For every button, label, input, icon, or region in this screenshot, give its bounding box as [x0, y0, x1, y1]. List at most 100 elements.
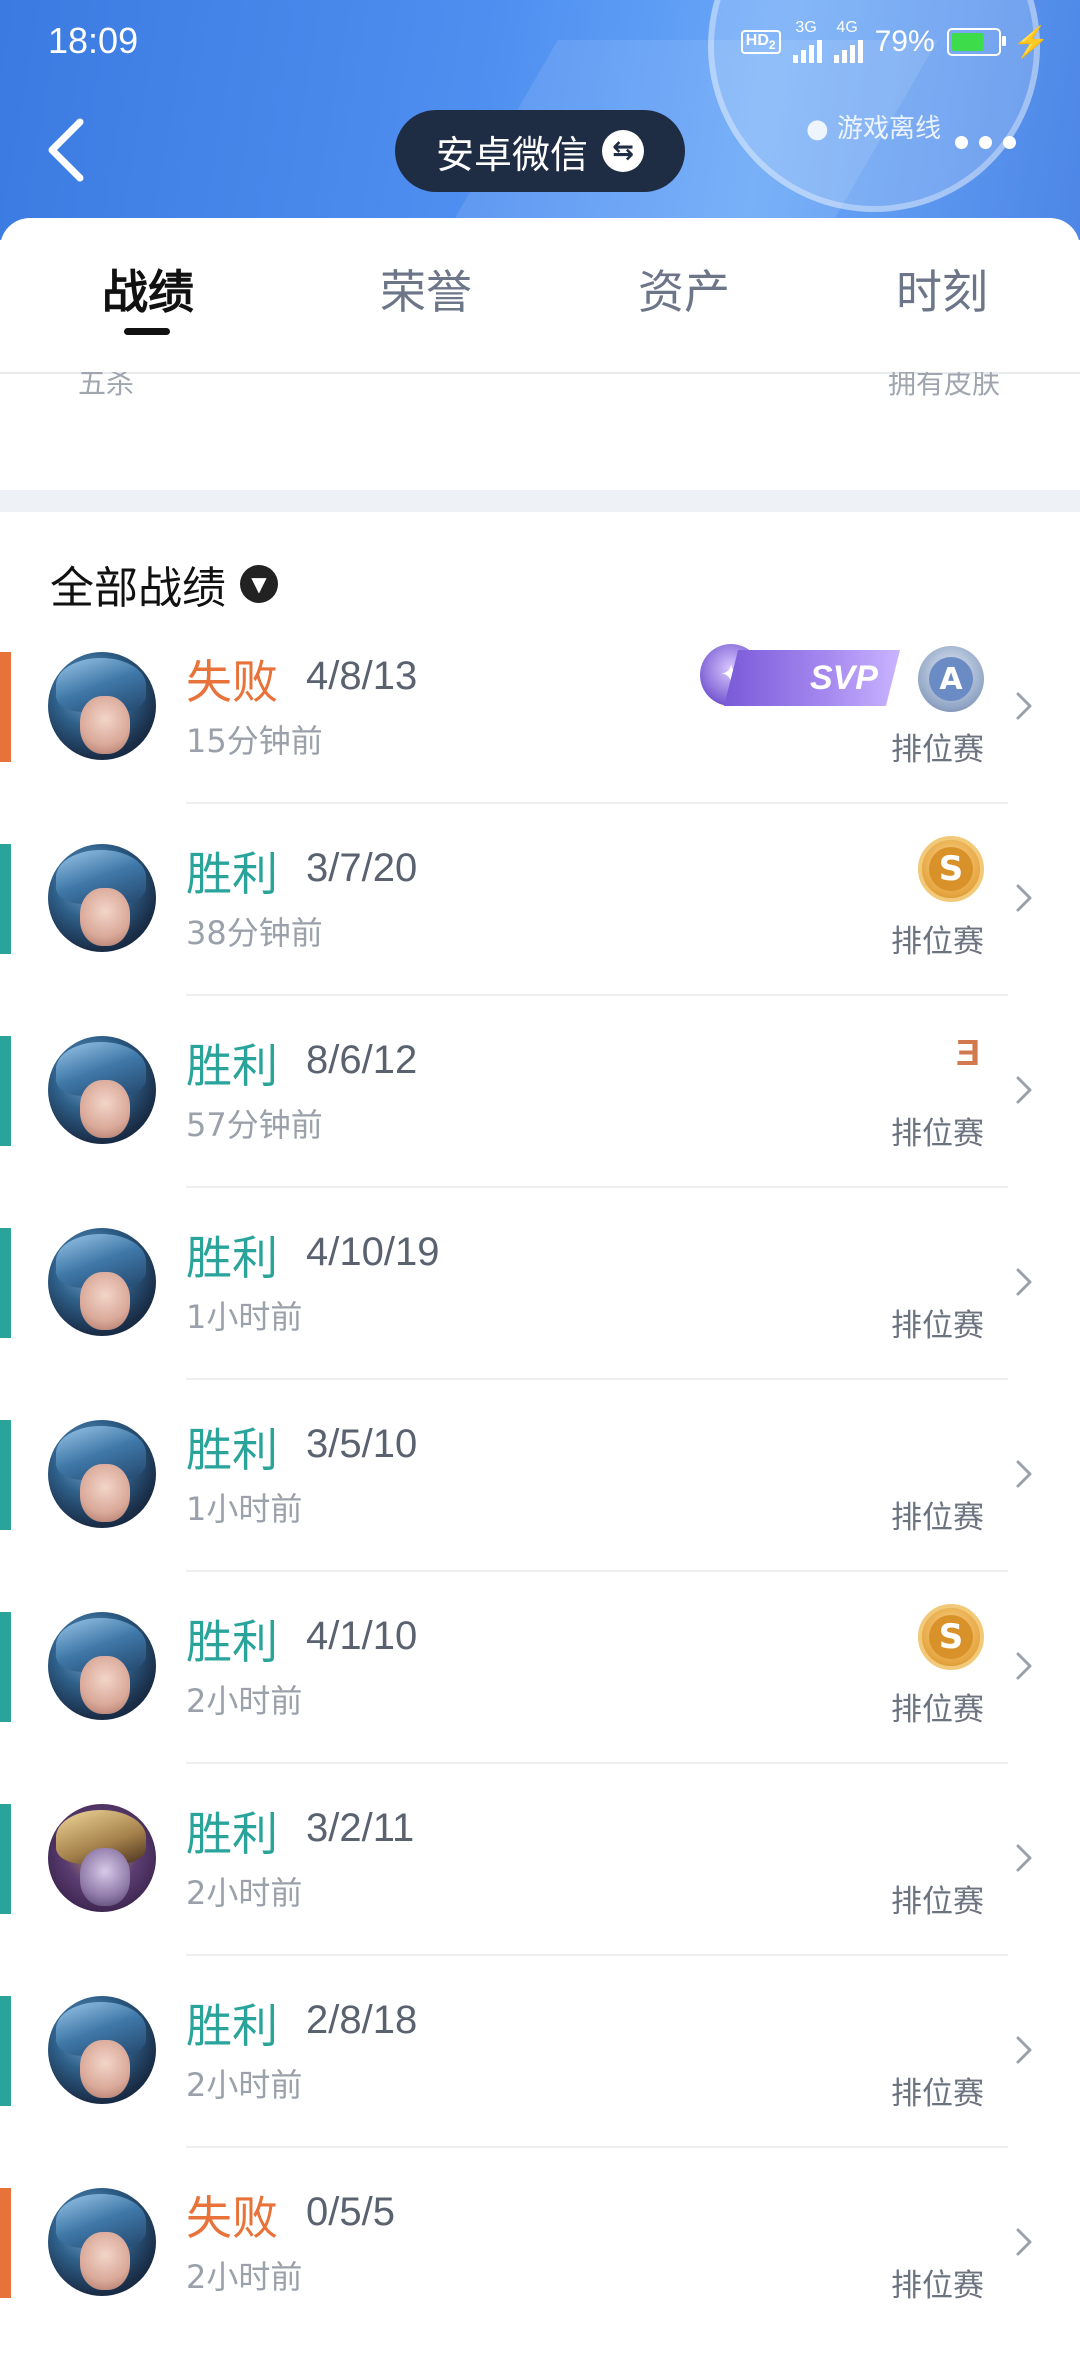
- tab-assets[interactable]: 资产: [594, 256, 774, 322]
- match-mode: 排位赛: [891, 1884, 984, 1920]
- hero-avatar: [48, 1996, 156, 2104]
- chevron-right-icon: [1016, 692, 1032, 720]
- match-time: 2小时前: [186, 2066, 303, 2104]
- match-result: 胜利: [186, 1231, 278, 1285]
- hero-avatar: [48, 1036, 156, 1144]
- active-tab-indicator: [124, 328, 170, 335]
- match-row[interactable]: 失败 4/8/13 15分钟前 排位赛 ✦ SVP A: [0, 644, 1080, 844]
- match-filter-dropdown[interactable]: 全部战绩 ▼: [50, 552, 278, 616]
- chevron-right-icon: [1016, 1460, 1032, 1488]
- row-separator: [186, 1378, 1008, 1380]
- chevron-right-icon: [1016, 1652, 1032, 1680]
- chevron-down-icon: ▼: [240, 565, 278, 603]
- match-time: 2小时前: [186, 1874, 303, 1912]
- match-time: 15分钟前: [186, 722, 323, 760]
- match-mode: 排位赛: [891, 1308, 984, 1344]
- grade-s-badge: S: [918, 836, 984, 902]
- match-mode: 排位赛: [891, 924, 984, 960]
- battery-icon: [946, 28, 1006, 56]
- match-kda: 4/8/13: [306, 654, 418, 698]
- result-indicator-bar: [0, 844, 11, 954]
- chevron-right-icon: [1016, 1844, 1032, 1872]
- match-row[interactable]: 胜利 4/1/10 2小时前 排位赛 S: [0, 1604, 1080, 1804]
- row-separator: [186, 1570, 1008, 1572]
- match-row[interactable]: 胜利 3/7/20 38分钟前 排位赛 S: [0, 836, 1080, 1036]
- tab-record[interactable]: 战绩: [58, 256, 238, 322]
- signal-3g-icon: 3G: [792, 20, 822, 63]
- hero-avatar: [48, 844, 156, 952]
- chevron-right-icon: [1016, 1268, 1032, 1296]
- match-result: 胜利: [186, 847, 278, 901]
- offline-status: ● 游戏离线: [806, 114, 941, 144]
- row-separator: [186, 802, 1008, 804]
- back-arrow-icon[interactable]: [40, 110, 100, 190]
- battery-percent: 79%: [874, 25, 935, 58]
- match-time: 57分钟前: [186, 1106, 323, 1144]
- status-time: 18:09: [48, 20, 139, 61]
- match-mode: 排位赛: [891, 1500, 984, 1536]
- match-result: 胜利: [186, 1999, 278, 2053]
- tab-moments[interactable]: 时刻: [852, 256, 1032, 322]
- profile-header: 18:09 HD2 3G 4G 79% ⚡ 安卓微信 ⇆ ● 游戏离线: [0, 0, 1080, 240]
- match-time: 38分钟前: [186, 914, 323, 952]
- section-title: 全部战绩: [50, 563, 226, 614]
- more-options-icon[interactable]: [955, 136, 1016, 149]
- hd-icon: HD2: [740, 29, 781, 55]
- match-result: 胜利: [186, 1039, 278, 1093]
- row-separator: [186, 1186, 1008, 1188]
- signal-4g-icon: 4G: [833, 20, 863, 63]
- chevron-right-icon: [1016, 884, 1032, 912]
- result-indicator-bar: [0, 1228, 11, 1338]
- match-kda: 3/7/20: [306, 846, 418, 890]
- match-result: 胜利: [186, 1807, 278, 1861]
- tab-bar: 战绩 荣誉 资产 时刻: [0, 218, 1080, 374]
- row-separator: [186, 1954, 1008, 1956]
- triple-kill-badge: Ǝ: [955, 1032, 980, 1073]
- match-time: 2小时前: [186, 2258, 303, 2296]
- match-kda: 4/1/10: [306, 1614, 418, 1658]
- match-mode: 排位赛: [891, 2268, 984, 2304]
- hero-avatar: [48, 1612, 156, 1720]
- match-row[interactable]: 胜利 3/5/10 1小时前 排位赛: [0, 1420, 1080, 1612]
- chevron-right-icon: [1016, 1076, 1032, 1104]
- match-kda: 3/2/11: [306, 1806, 415, 1850]
- chevron-right-icon: [1016, 2228, 1032, 2256]
- match-mode: 排位赛: [891, 732, 984, 768]
- hero-avatar: [48, 2188, 156, 2296]
- match-row[interactable]: 胜利 3/2/11 2小时前 排位赛: [0, 1804, 1080, 1996]
- match-result: 胜利: [186, 1615, 278, 1669]
- match-mode: 排位赛: [891, 1116, 984, 1152]
- account-switch-label: 安卓微信: [435, 132, 588, 177]
- row-separator: [186, 994, 1008, 996]
- status-icons: HD2 3G 4G 79% ⚡: [740, 20, 1050, 64]
- account-switch-button[interactable]: 安卓微信 ⇆: [395, 110, 685, 192]
- match-time: 1小时前: [186, 1490, 303, 1528]
- swap-icon: ⇆: [602, 130, 644, 172]
- result-indicator-bar: [0, 2188, 11, 2298]
- match-time: 1小时前: [186, 1298, 303, 1336]
- chevron-right-icon: [1016, 2036, 1032, 2064]
- svp-badge: SVP: [724, 650, 900, 706]
- match-row[interactable]: 失败 0/5/5 2小时前 排位赛: [0, 2188, 1080, 2380]
- tab-honor[interactable]: 荣誉: [336, 256, 516, 322]
- hero-avatar: [48, 652, 156, 760]
- match-kda: 4/10/19: [306, 1230, 440, 1274]
- result-indicator-bar: [0, 1612, 11, 1722]
- match-row[interactable]: 胜利 2/8/18 2小时前 排位赛: [0, 1996, 1080, 2188]
- match-result: 胜利: [186, 1423, 278, 1477]
- grade-s-badge: S: [918, 1604, 984, 1670]
- match-kda: 8/6/12: [306, 1038, 418, 1082]
- match-mode: 排位赛: [891, 2076, 984, 2112]
- result-indicator-bar: [0, 1420, 11, 1530]
- match-row[interactable]: 胜利 8/6/12 57分钟前 排位赛 Ǝ: [0, 1032, 1080, 1228]
- match-result: 失败: [186, 2191, 278, 2245]
- result-indicator-bar: [0, 652, 11, 762]
- match-row[interactable]: 胜利 4/10/19 1小时前 排位赛: [0, 1228, 1080, 1420]
- result-indicator-bar: [0, 1996, 11, 2106]
- match-mode: 排位赛: [891, 1692, 984, 1728]
- match-kda: 0/5/5: [306, 2190, 395, 2234]
- match-time: 2小时前: [186, 1682, 303, 1720]
- result-indicator-bar: [0, 1804, 11, 1914]
- charging-icon: ⚡: [1012, 25, 1050, 59]
- match-kda: 3/5/10: [306, 1422, 418, 1466]
